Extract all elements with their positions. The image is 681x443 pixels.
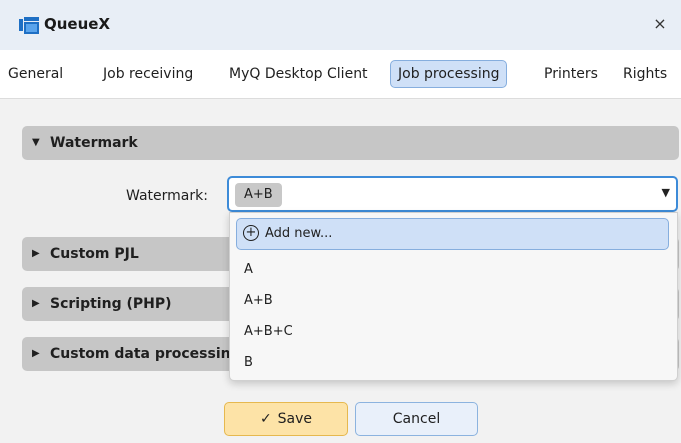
dropdown-option[interactable]: B [244, 351, 253, 375]
section-label: Custom data processing [50, 346, 241, 362]
watermark-dropdown-list: + Add new... A A+B A+B+C B [229, 212, 678, 381]
add-new-label: Add new... [265, 226, 333, 241]
window-title: QueueX [44, 15, 111, 33]
dropdown-option[interactable]: A+B [244, 289, 273, 313]
tab-rights[interactable]: Rights [623, 61, 667, 87]
watermark-field-label: Watermark: [126, 188, 208, 204]
plus-circle-icon: + [243, 225, 259, 241]
add-new-option[interactable]: + Add new... [236, 218, 669, 250]
close-icon[interactable]: × [649, 13, 671, 35]
dropdown-option[interactable]: A+B+C [244, 320, 293, 344]
tab-printers[interactable]: Printers [544, 61, 598, 87]
tab-myq-desktop-client[interactable]: MyQ Desktop Client [229, 61, 368, 87]
selected-value-chip[interactable]: A+B [235, 183, 282, 207]
section-label: Scripting (PHP) [50, 296, 172, 312]
dropdown-option[interactable]: A [244, 258, 253, 282]
queue-window-icon [19, 17, 39, 34]
section-watermark[interactable]: ▼ Watermark [22, 126, 679, 160]
cancel-button[interactable]: Cancel [355, 402, 478, 436]
title-bar: QueueX × [0, 0, 681, 50]
tab-job-receiving[interactable]: Job receiving [103, 61, 193, 87]
save-button[interactable]: ✓ Save [224, 402, 348, 436]
section-label: Custom PJL [50, 246, 139, 262]
caret-right-icon: ▶ [32, 298, 40, 309]
check-icon: ✓ [259, 411, 272, 427]
caret-right-icon: ▶ [32, 348, 40, 359]
queue-settings-window: QueueX × General Job receiving MyQ Deskt… [0, 0, 681, 443]
caret-down-icon: ▼ [32, 137, 40, 148]
chevron-down-icon[interactable]: ▼ [662, 186, 670, 199]
tab-job-processing[interactable]: Job processing [390, 60, 508, 88]
caret-right-icon: ▶ [32, 248, 40, 259]
watermark-select[interactable]: A+B ▼ [227, 176, 678, 212]
tab-bar: General Job receiving MyQ Desktop Client… [0, 50, 681, 99]
save-label: Save [277, 411, 313, 427]
tab-general[interactable]: General [8, 61, 63, 87]
section-label: Watermark [50, 135, 138, 151]
